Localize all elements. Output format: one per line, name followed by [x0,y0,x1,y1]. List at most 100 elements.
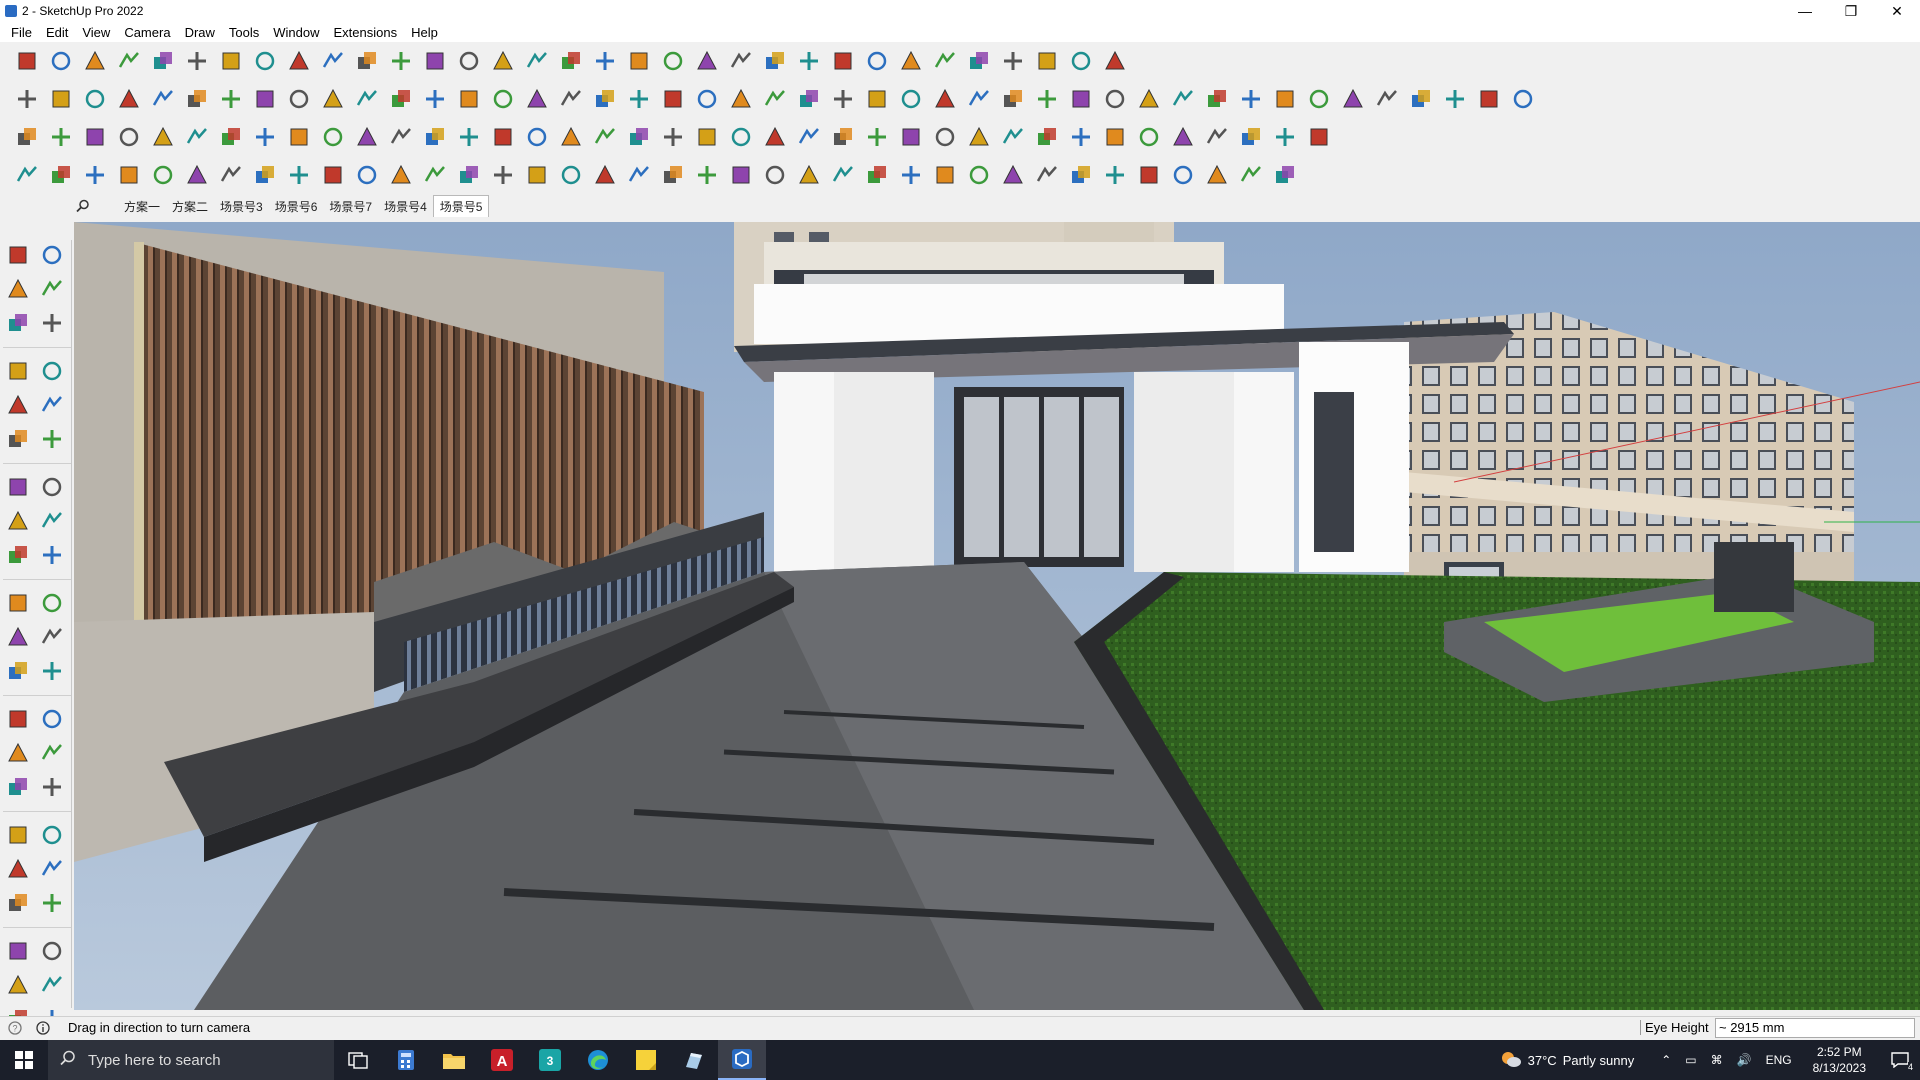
menu-draw[interactable]: Draw [178,25,222,40]
leaf-icon[interactable] [590,160,620,190]
gear-icon[interactable] [148,160,178,190]
push-pull-icon[interactable] [37,540,67,570]
house-icon[interactable] [726,84,756,114]
scene-tab[interactable]: 场景号6 [269,196,324,217]
rotate-icon[interactable] [318,46,348,76]
nodes-icon[interactable] [930,122,960,152]
leaf-icon[interactable] [624,160,654,190]
stairs-icon[interactable] [1202,160,1232,190]
components-icon[interactable] [624,46,654,76]
stairs-icon[interactable] [1134,160,1164,190]
plane-icon[interactable] [420,84,450,114]
stairs-icon[interactable] [1066,160,1096,190]
dimension-icon[interactable] [37,656,67,686]
layers2-icon[interactable] [726,46,756,76]
3d-viewport[interactable] [74,222,1920,1010]
cube-icon[interactable] [12,84,42,114]
stairs-icon[interactable] [896,160,926,190]
plane-icon[interactable] [488,84,518,114]
arrow-up-icon[interactable] [930,46,960,76]
flow-icon[interactable] [182,160,212,190]
curve-icon[interactable] [386,84,416,114]
panel-icon[interactable] [1304,122,1334,152]
move-icon[interactable] [284,46,314,76]
leaf-icon[interactable] [862,160,892,190]
sketchup-taskbar-icon[interactable] [718,1040,766,1080]
nodes-icon[interactable] [1032,122,1062,152]
circle-icon[interactable] [3,424,33,454]
blue-tile-icon[interactable] [46,122,76,152]
push-pull-icon[interactable] [216,46,246,76]
stairs-icon[interactable] [488,160,518,190]
loop-icon[interactable] [692,122,722,152]
paint-icon[interactable] [3,274,33,304]
fx-icon[interactable] [794,84,824,114]
orange-grid-icon[interactable] [1202,122,1232,152]
text-icon[interactable] [420,46,450,76]
sticky-notes-icon[interactable] [622,1040,670,1080]
orbit-tool-icon[interactable] [3,772,33,802]
cone-icon[interactable] [590,122,620,152]
pencil-icon[interactable] [114,46,144,76]
leaf-icon[interactable] [692,160,722,190]
edge-icon[interactable] [574,1040,622,1080]
paint-app-icon[interactable] [670,1040,718,1080]
red-square-icon[interactable] [250,122,280,152]
3dsmax-icon[interactable]: 3 [526,1040,574,1080]
orbit-icon[interactable] [37,240,67,270]
wire-icon[interactable] [420,122,450,152]
house-icon[interactable] [624,84,654,114]
sandbox-icon[interactable] [658,46,688,76]
stairs-icon[interactable] [1236,160,1266,190]
leaf-icon[interactable] [658,160,688,190]
arrow-down-icon[interactable] [148,84,178,114]
task-view-icon[interactable] [334,1040,382,1080]
component-icon[interactable] [3,308,33,338]
menu-edit[interactable]: Edit [39,25,75,40]
stairs-icon[interactable] [1032,160,1062,190]
menu-tools[interactable]: Tools [222,25,266,40]
scatter-icon[interactable] [1236,122,1266,152]
cone-icon[interactable] [624,122,654,152]
extension-icon[interactable] [828,46,858,76]
user-icon[interactable] [760,46,790,76]
house-icon[interactable] [658,84,688,114]
clock[interactable]: 2:52 PM 8/13/2023 [1813,1044,1866,1076]
previous-view-icon[interactable] [37,854,67,884]
calculator-icon[interactable] [382,1040,430,1080]
arc-tool-icon[interactable] [420,160,450,190]
ruby-icon[interactable] [1100,46,1130,76]
menu-window[interactable]: Window [266,25,326,40]
tube-icon[interactable] [386,122,416,152]
arch-icon[interactable] [454,160,484,190]
cross-red-icon[interactable] [488,122,518,152]
follow-me-icon[interactable] [37,588,67,618]
volume-icon[interactable]: 🔊 [1737,1053,1752,1067]
nodes-icon[interactable] [1066,122,1096,152]
step-icon[interactable] [318,160,348,190]
axes-icon[interactable] [3,738,33,768]
section-plane-icon[interactable] [37,936,67,966]
texture-icon[interactable] [1372,84,1402,114]
orange-grid-icon[interactable] [1134,122,1164,152]
orange-curve-icon[interactable] [216,122,246,152]
zoom-icon[interactable] [3,820,33,850]
shape-icon[interactable] [964,84,994,114]
shape-icon[interactable] [930,84,960,114]
zoom-icon[interactable] [12,46,42,76]
nodes-icon[interactable] [998,122,1028,152]
green-plane-icon[interactable] [522,84,552,114]
line-icon[interactable] [3,356,33,386]
stairs-icon[interactable] [964,160,994,190]
eraser-icon[interactable] [80,46,110,76]
info-icon[interactable] [34,1019,52,1037]
arrow-tool-icon[interactable] [284,84,314,114]
box-outline-icon[interactable] [80,84,110,114]
shape-icon[interactable] [896,84,926,114]
texture-icon[interactable] [1440,84,1470,114]
arrow-tool-icon[interactable] [352,84,382,114]
box-icon[interactable] [46,84,76,114]
arc3-icon[interactable] [37,506,67,536]
maximize-button[interactable]: ❐ [1828,0,1874,22]
grid-icon[interactable] [284,122,314,152]
